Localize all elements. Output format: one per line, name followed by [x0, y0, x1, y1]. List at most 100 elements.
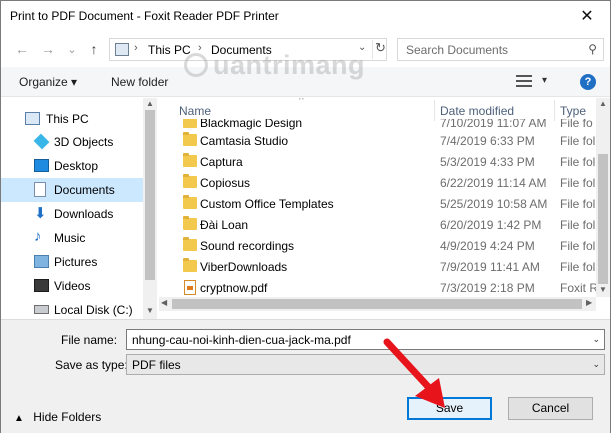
save-dialog-window: Print to PDF Document - Foxit Reader PDF…	[0, 0, 611, 433]
close-button[interactable]: ✕	[564, 1, 610, 31]
file-row[interactable]: Captura 5/3/2019 4:33 PM File fol	[159, 151, 596, 172]
cube-icon	[33, 133, 50, 150]
column-name-header[interactable]: Name	[179, 104, 211, 118]
file-type: File fol	[560, 197, 596, 211]
help-button[interactable]: ?	[580, 74, 596, 90]
sidebar-item-label: Documents	[54, 183, 115, 197]
forward-button[interactable]: →	[39, 40, 57, 58]
file-name-field[interactable]: nhung-cau-noi-kinh-dien-cua-jack-ma.pdf …	[126, 329, 605, 350]
refresh-icon[interactable]: ↻	[372, 40, 388, 59]
organize-button[interactable]: Organize ▾	[19, 75, 77, 89]
file-row[interactable]: Camtasia Studio 7/4/2019 6:33 PM File fo…	[159, 130, 596, 151]
pc-icon	[25, 112, 40, 125]
sidebar-item-this-pc[interactable]: This PC	[1, 107, 143, 131]
scroll-right-icon[interactable]: ▶	[586, 298, 592, 307]
recent-locations-dropdown[interactable]: ⌄	[63, 40, 81, 58]
disk-icon	[34, 305, 49, 314]
title-bar: Print to PDF Document - Foxit Reader PDF…	[1, 1, 610, 31]
chevron-down-icon[interactable]: ⌄	[592, 359, 600, 370]
column-type-header[interactable]: Type	[560, 104, 586, 118]
folder-icon	[183, 174, 197, 188]
chevron-right-icon[interactable]: ›	[134, 42, 138, 54]
file-date: 6/20/2019 1:42 PM	[440, 218, 542, 232]
sidebar-item-pictures[interactable]: Pictures	[1, 250, 143, 274]
sidebar-item-music[interactable]: ♪ Music	[1, 226, 143, 250]
desktop-icon	[34, 159, 49, 172]
sidebar-item-label: Music	[54, 231, 86, 245]
sidebar-item-downloads[interactable]: ⬇ Downloads	[1, 202, 143, 226]
scroll-up-icon[interactable]: ▲	[599, 99, 607, 108]
file-row[interactable]: Đài Loan 6/20/2019 1:42 PM File fol	[159, 214, 596, 235]
file-date: 5/25/2019 10:58 AM	[440, 197, 548, 211]
file-date: 5/3/2019 4:33 PM	[440, 155, 535, 169]
navigation-pane: This PC 3D Objects Desktop Documents ⬇ D…	[1, 98, 157, 319]
folder-icon	[183, 195, 197, 209]
file-date: 7/3/2019 2:18 PM	[440, 281, 535, 295]
sidebar-item-local-disk[interactable]: Local Disk (C:)	[1, 298, 143, 319]
folder-icon	[183, 237, 197, 251]
sidebar-item-label: Desktop	[54, 159, 99, 173]
breadcrumb-this-pc[interactable]: This PC	[148, 43, 191, 57]
scrollbar-thumb[interactable]	[145, 110, 155, 280]
documents-icon	[34, 182, 46, 197]
sidebar-scrollbar[interactable]: ▲ ▼	[143, 98, 157, 319]
column-date-header[interactable]: Date modified	[440, 104, 514, 118]
scroll-up-icon[interactable]: ▲	[146, 99, 154, 108]
file-type: File fol	[560, 260, 596, 274]
scroll-left-icon[interactable]: ◀	[161, 298, 167, 307]
sidebar-item-documents[interactable]: Documents	[1, 178, 143, 202]
file-row[interactable]: Custom Office Templates 5/25/2019 10:58 …	[159, 193, 596, 214]
view-options-icon[interactable]	[516, 75, 532, 88]
arrow-shaft	[383, 338, 437, 396]
file-list: Name ^ Date modified Type Blackmagic Des…	[159, 98, 596, 297]
save-as-type-select[interactable]: PDF files ⌄	[126, 354, 605, 375]
sidebar-item-label: Pictures	[54, 255, 98, 269]
arrow-head	[415, 378, 445, 408]
scrollbar-thumb[interactable]	[172, 299, 582, 309]
file-name: ViberDownloads	[200, 260, 288, 274]
scroll-down-icon[interactable]: ▼	[146, 306, 154, 315]
new-folder-button[interactable]: New folder	[111, 75, 168, 89]
pdf-file-icon	[184, 280, 196, 295]
hide-folders-button[interactable]: ▲ Hide Folders	[14, 410, 101, 424]
sidebar-item-label: Local Disk (C:)	[54, 303, 133, 317]
sidebar-item-label: This PC	[46, 112, 89, 126]
save-as-type-label: Save as type:	[55, 358, 128, 372]
save-as-type-value: PDF files	[132, 358, 181, 372]
sidebar-item-desktop[interactable]: Desktop	[1, 154, 143, 178]
file-name: Captura	[200, 155, 243, 169]
up-button[interactable]: ↑	[85, 40, 103, 58]
music-icon: ♪	[34, 228, 42, 245]
sidebar-item-3d-objects[interactable]: 3D Objects	[1, 130, 143, 154]
sidebar-item-label: Videos	[54, 279, 91, 293]
column-separator[interactable]	[554, 100, 555, 121]
file-row[interactable]: cryptnow.pdf 7/3/2019 2:18 PM Foxit R	[159, 277, 596, 297]
view-dropdown-icon[interactable]: ▾	[542, 75, 547, 86]
sidebar-item-label: 3D Objects	[54, 135, 114, 149]
folder-icon	[183, 258, 197, 272]
red-arrow-annotation	[383, 338, 445, 408]
column-separator[interactable]	[434, 100, 435, 121]
file-row[interactable]: ViberDownloads 7/9/2019 11:41 AM File fo…	[159, 256, 596, 277]
search-input[interactable]: Search Documents ⚲	[397, 38, 604, 61]
chevron-right-icon[interactable]: ›	[198, 42, 202, 54]
folder-icon	[183, 132, 197, 146]
file-name-dropdown-icon[interactable]: ⌄	[592, 334, 600, 345]
file-name-label: File name:	[61, 333, 118, 347]
file-row[interactable]: Copiosus 6/22/2019 11:14 AM File fol	[159, 172, 596, 193]
folder-icon	[183, 216, 197, 230]
sidebar-item-videos[interactable]: Videos	[1, 274, 143, 298]
scroll-down-icon[interactable]: ▼	[599, 285, 607, 294]
file-date: 7/9/2019 11:41 AM	[440, 260, 540, 274]
cancel-button[interactable]: Cancel	[508, 397, 593, 420]
file-list-horizontal-scrollbar[interactable]: ◀ ▶	[159, 297, 596, 311]
file-date: 6/22/2019 11:14 AM	[440, 176, 547, 190]
back-button[interactable]: ←	[13, 40, 31, 58]
file-row[interactable]: Sound recordings 4/9/2019 4:24 PM File f…	[159, 235, 596, 256]
file-type: File fol	[560, 239, 596, 253]
file-type: File fol	[560, 218, 596, 232]
file-name-value: nhung-cau-noi-kinh-dien-cua-jack-ma.pdf	[132, 333, 351, 347]
file-list-vertical-scrollbar[interactable]: ▲ ▼	[596, 98, 610, 297]
window-title: Print to PDF Document - Foxit Reader PDF…	[10, 9, 279, 23]
scrollbar-thumb[interactable]	[598, 154, 608, 284]
